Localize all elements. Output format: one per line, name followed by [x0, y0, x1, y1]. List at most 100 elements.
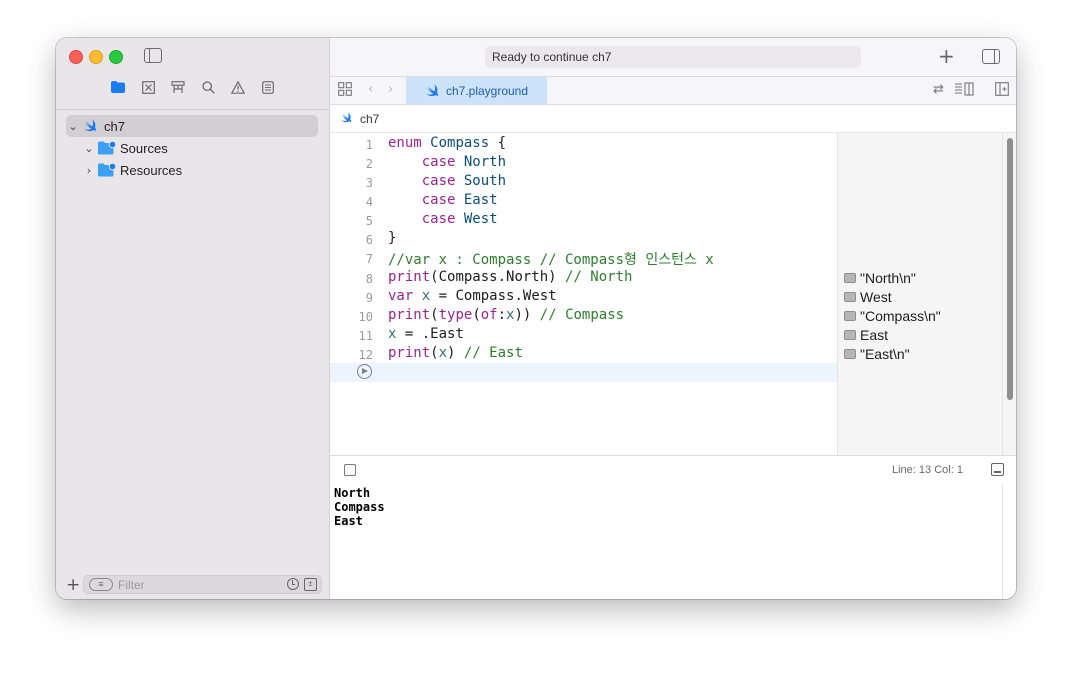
filter-options-icon[interactable]: ≡ [89, 578, 113, 591]
editor-area: Ready to continue ch7 + ‹ › ch7.playgrou… [330, 38, 1016, 599]
console-output[interactable]: North Compass East [330, 484, 1002, 599]
quick-look-icon[interactable] [844, 272, 856, 283]
line-number: 12 [358, 348, 373, 362]
scroll-thumb[interactable] [1007, 138, 1013, 400]
activity-status: Ready to continue ch7 [492, 50, 612, 64]
current-line-highlight [330, 363, 837, 382]
jump-bar-path[interactable]: ch7 [360, 112, 379, 126]
result-row[interactable]: "East\n" [844, 345, 910, 362]
add-editor-icon[interactable] [995, 82, 1009, 101]
code-line-11[interactable]: x = .East [388, 326, 464, 342]
tree-item-resources[interactable]: › Resources [82, 159, 318, 181]
quick-look-icon[interactable] [844, 348, 856, 359]
code-line-12[interactable]: print(x) // East [388, 345, 523, 361]
code-line-2[interactable]: case North [388, 154, 506, 170]
result-row[interactable]: East [844, 326, 888, 343]
code-line-10[interactable]: print(type(of:x)) // Compass [388, 307, 624, 323]
line-number: 11 [358, 329, 373, 343]
result-row[interactable]: West [844, 288, 892, 305]
zoom-window-button[interactable] [109, 50, 123, 64]
line-number: 1 [365, 138, 373, 152]
result-value: East [860, 326, 889, 343]
line-number: 5 [365, 214, 373, 228]
run-playground-button[interactable] [357, 364, 372, 379]
line-number: 10 [358, 310, 373, 324]
result-row[interactable]: "Compass\n" [844, 307, 941, 324]
minimize-window-button[interactable] [89, 50, 103, 64]
report-navigator-icon[interactable] [260, 81, 276, 97]
back-arrow-icon[interactable]: ‹ [368, 82, 373, 98]
line-number: 8 [365, 272, 373, 286]
code-line-1[interactable]: enum Compass { [388, 135, 506, 151]
tree-item-sources[interactable]: ⌄ Sources [82, 137, 318, 159]
editor-tab-bar: ‹ › ch7.playground ⇄ [330, 77, 1016, 105]
inspector-toggle-icon[interactable] [982, 49, 1000, 64]
tab-label: ch7.playground [445, 83, 529, 98]
code-line-6[interactable]: } [388, 230, 396, 246]
source-control-navigator-icon[interactable] [140, 81, 156, 97]
navigator-filter-bar: + ≡ ± [56, 571, 329, 599]
debug-area-checkbox[interactable] [344, 464, 356, 476]
line-number: 3 [365, 176, 373, 190]
folder-icon [98, 162, 117, 177]
sidebar-toggle-icon[interactable] [144, 48, 162, 63]
editor-scrollbar[interactable] [1002, 133, 1016, 455]
forward-arrow-icon[interactable]: › [388, 82, 393, 98]
issue-navigator-icon[interactable] [230, 80, 246, 97]
add-file-button[interactable]: + [66, 575, 80, 595]
code-line-5[interactable]: case West [388, 211, 498, 227]
recent-files-icon[interactable] [287, 578, 299, 590]
filter-input[interactable] [118, 577, 268, 592]
results-sidebar: "North\n" West "Compass\n" East "East\n" [837, 133, 1003, 455]
swift-icon [83, 119, 99, 133]
folder-icon [98, 140, 117, 155]
line-number: 2 [365, 157, 373, 171]
related-items-grid-icon[interactable] [338, 82, 352, 101]
line-col-indicator: Line: 13 Col: 1 [892, 464, 963, 476]
code-line-4[interactable]: case East [388, 192, 498, 208]
result-row[interactable]: "North\n" [844, 269, 916, 286]
tree-item-label: Resources [120, 162, 183, 178]
console-line: North [334, 486, 371, 500]
debug-bar: Line: 13 Col: 1 [330, 455, 1016, 485]
project-navigator-icon[interactable] [110, 81, 126, 97]
tree-item-ch7[interactable]: ⌄ ch7 [66, 115, 318, 137]
tab-ch7-playground[interactable]: ch7.playground [406, 77, 547, 104]
jump-bar[interactable]: ch7 [330, 105, 1016, 133]
line-number: 7 [365, 252, 373, 266]
console-toggle-icon[interactable] [991, 463, 1004, 476]
swift-icon [425, 84, 441, 98]
line-number: 4 [365, 195, 373, 209]
swap-arrows-icon[interactable]: ⇄ [933, 82, 944, 98]
console-line: East [334, 514, 363, 528]
result-value: "East\n" [860, 345, 910, 362]
result-value: "North\n" [860, 269, 916, 286]
navigator-sidebar: ⌄ ch7 ⌄ Sources › Resources + ≡ Filter ± [56, 38, 330, 599]
chevron-right-icon[interactable]: › [82, 164, 96, 177]
code-line-7[interactable]: //var x : Compass // Compass형 인스턴스 x [388, 249, 714, 269]
filter-field[interactable]: ≡ ± [83, 575, 322, 594]
editor-options-icon[interactable] [955, 82, 974, 101]
code-line-9[interactable]: var x = Compass.West [388, 288, 557, 304]
quick-look-icon[interactable] [844, 291, 856, 302]
close-window-button[interactable] [69, 50, 83, 64]
source-editor[interactable]: 1 2 3 4 5 6 7 8 9 10 11 12 enum Compass … [330, 133, 837, 455]
chevron-down-icon[interactable]: ⌄ [66, 120, 80, 133]
window-toolbar: Ready to continue ch7 + [330, 38, 1016, 77]
swift-icon [340, 111, 356, 126]
code-line-8[interactable]: print(Compass.North) // North [388, 269, 632, 285]
symbol-navigator-icon[interactable] [170, 81, 186, 97]
quick-look-icon[interactable] [844, 329, 856, 340]
code-line-3[interactable]: case South [388, 173, 506, 189]
library-plus-button[interactable]: + [938, 44, 955, 68]
tree-item-label: ch7 [104, 118, 125, 134]
chevron-down-icon[interactable]: ⌄ [82, 142, 96, 155]
source-control-filter-icon[interactable]: ± [304, 578, 317, 591]
line-number: 9 [365, 291, 373, 305]
quick-look-icon[interactable] [844, 310, 856, 321]
find-navigator-icon[interactable] [200, 81, 216, 97]
console-scrollbar[interactable] [1002, 484, 1016, 599]
tree-item-label: Sources [120, 140, 168, 156]
console-line: Compass [334, 500, 385, 514]
xcode-window: ⌄ ch7 ⌄ Sources › Resources + ≡ Filter ±… [56, 38, 1016, 599]
